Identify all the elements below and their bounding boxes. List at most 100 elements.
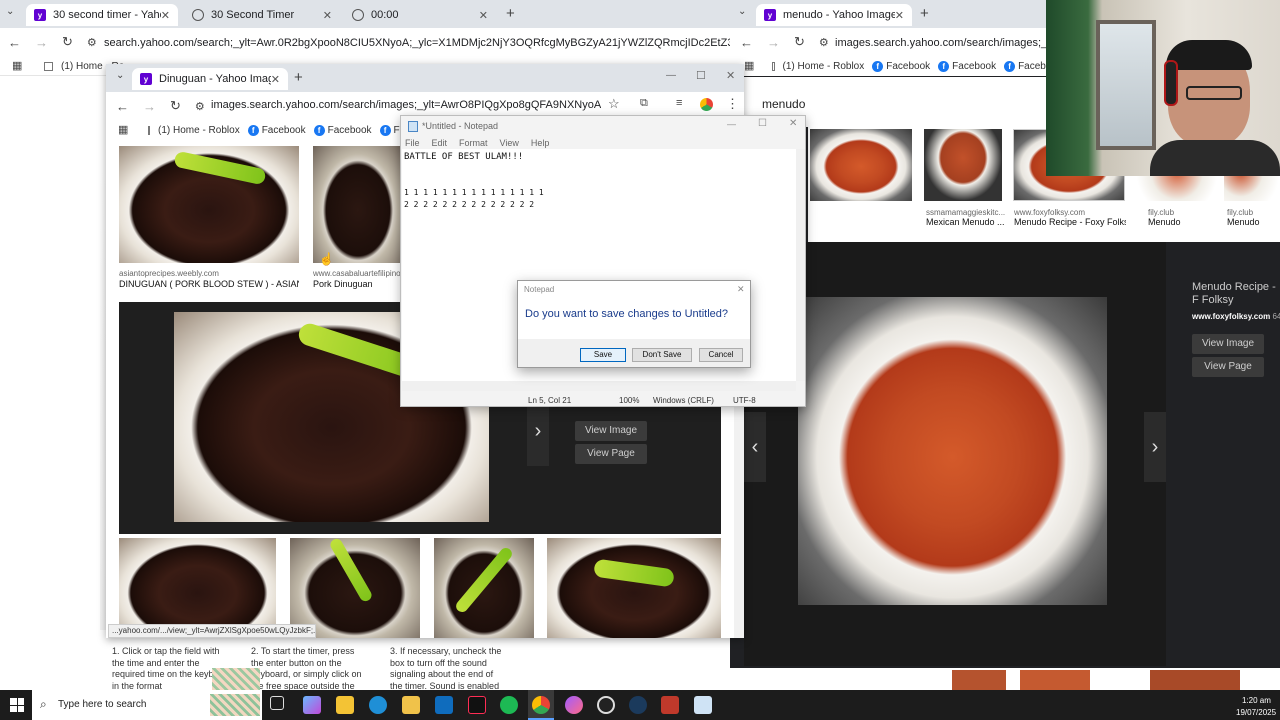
file-explorer-icon[interactable]	[402, 696, 420, 714]
forward-arrow-icon[interactable]: →	[767, 35, 780, 50]
tab-search-icon[interactable]: ⌄	[116, 70, 124, 81]
spotify-icon[interactable]	[500, 696, 518, 714]
close-icon[interactable]: ✕	[271, 73, 280, 86]
thumbnail-image[interactable]	[1150, 670, 1240, 690]
menu-file[interactable]: File	[405, 138, 420, 148]
view-page-button[interactable]: View Page	[575, 444, 647, 464]
tab-yahoo-timer[interactable]: y 30 second timer - Yahoo Search ✕	[26, 4, 178, 26]
tiktok-icon[interactable]	[468, 696, 486, 714]
profile-avatar[interactable]	[700, 98, 713, 111]
save-button[interactable]: Save	[580, 348, 626, 362]
new-tab-button[interactable]: +	[506, 5, 515, 22]
bookmark-facebook[interactable]: Facebook	[328, 125, 372, 136]
copilot-icon[interactable]	[303, 696, 321, 714]
bookmark-roblox[interactable]: (1) Home - Roblox	[158, 125, 240, 136]
site-info-icon[interactable]: ⚙	[819, 36, 829, 49]
store-icon[interactable]	[336, 696, 354, 714]
dialog-close-button[interactable]: ✕	[737, 284, 745, 295]
task-view-icon[interactable]	[270, 696, 284, 710]
reload-icon[interactable]: ↻	[794, 34, 805, 50]
menu-help[interactable]: Help	[531, 138, 550, 148]
thumbnail-image[interactable]	[547, 538, 721, 638]
menu-view[interactable]: View	[500, 138, 519, 148]
new-tab-button[interactable]: +	[294, 69, 303, 86]
minimize-button[interactable]: —	[666, 70, 676, 81]
maximize-button[interactable]: ☐	[696, 69, 706, 82]
taskbar-search-box[interactable]: ⌕ Type here to search	[32, 690, 262, 720]
site-info-icon[interactable]: ⚙	[87, 36, 97, 49]
horizontal-scrollbar[interactable]	[402, 381, 796, 391]
viewer-prev-button[interactable]: ‹	[744, 412, 766, 482]
reload-icon[interactable]: ↻	[170, 98, 181, 114]
obs-icon[interactable]	[597, 696, 615, 714]
bookmark-roblox[interactable]: (1) Home - Roblox	[783, 61, 865, 72]
edge-icon[interactable]	[369, 696, 387, 714]
menu-format[interactable]: Format	[459, 138, 488, 148]
dont-save-button[interactable]: Don't Save	[632, 348, 692, 362]
thumb-title[interactable]: Menudo	[1227, 217, 1260, 227]
image-title[interactable]: DINUGUAN ( PORK BLOOD STEW ) - ASIAN T..…	[119, 279, 299, 289]
close-icon[interactable]: ✕	[161, 9, 170, 22]
address-bar[interactable]: search.yahoo.com/search;_ylt=Awr.0R2bgXp…	[104, 37, 730, 49]
thumbnail-image[interactable]	[924, 129, 1002, 201]
detail-site-url[interactable]: www.foxyfolksy.com	[1192, 312, 1270, 321]
menudo-main-image[interactable]	[798, 297, 1107, 605]
reload-icon[interactable]: ↻	[62, 34, 73, 50]
view-image-button[interactable]: View Image	[1192, 334, 1264, 354]
tab-timer-value[interactable]: 00:00 ✕	[344, 4, 496, 26]
thumb-title[interactable]: Mexican Menudo ...	[926, 217, 1006, 227]
viewer-next-button[interactable]: ›	[1144, 412, 1166, 482]
close-window-button[interactable]: ✕	[789, 118, 797, 129]
back-arrow-icon[interactable]: ←	[8, 35, 21, 50]
back-arrow-icon[interactable]: ←	[116, 99, 129, 114]
view-page-button[interactable]: View Page	[1192, 357, 1264, 377]
menu-edit[interactable]: Edit	[432, 138, 448, 148]
start-windows-icon[interactable]	[10, 698, 24, 712]
apps-grid-icon[interactable]: ▦	[12, 59, 22, 72]
tab-menudo[interactable]: y menudo - Yahoo Image Search ✕	[756, 4, 912, 26]
app-red-icon[interactable]	[661, 696, 679, 714]
apps-grid-icon[interactable]: ▦	[744, 59, 754, 72]
back-arrow-icon[interactable]: ←	[740, 35, 753, 50]
chrome-icon[interactable]	[532, 696, 550, 714]
forward-arrow-icon[interactable]: →	[35, 35, 48, 50]
thumb-title[interactable]: Menudo Recipe - Foxy Folksy	[1014, 217, 1126, 227]
vertical-scrollbar[interactable]	[796, 149, 805, 381]
notepad-taskbar-icon[interactable]	[694, 696, 712, 714]
bookmark-facebook[interactable]: Facebook	[262, 125, 306, 136]
forward-arrow-icon[interactable]: →	[143, 99, 156, 114]
tab-30-second-timer[interactable]: 30 Second Timer ✕	[184, 4, 340, 26]
view-image-button[interactable]: View Image	[575, 421, 647, 441]
cancel-button[interactable]: Cancel	[699, 348, 743, 362]
maximize-button[interactable]: ☐	[758, 118, 767, 129]
site-info-icon[interactable]: ⚙	[195, 100, 205, 113]
address-bar[interactable]: images.search.yahoo.com/search/images;_y…	[211, 99, 601, 111]
image-title[interactable]: Pork Dinuguan	[313, 279, 403, 289]
tab-search-icon[interactable]: ⌄	[738, 6, 746, 17]
thumbnail-image[interactable]	[810, 129, 912, 201]
messenger-icon[interactable]	[565, 696, 583, 714]
new-tab-button[interactable]: +	[920, 5, 929, 22]
clock-time[interactable]: 1:20 am	[1242, 696, 1271, 705]
steam-icon[interactable]	[629, 696, 647, 714]
menu-kebab-icon[interactable]: ⋮	[726, 96, 739, 112]
close-window-button[interactable]: ✕	[726, 69, 735, 82]
close-icon[interactable]: ✕	[895, 9, 904, 22]
apps-grid-icon[interactable]: ▦	[118, 123, 128, 136]
close-icon[interactable]: ✕	[479, 9, 488, 22]
minimize-button[interactable]: —	[727, 119, 736, 129]
close-icon[interactable]: ✕	[323, 9, 332, 22]
clock-date[interactable]: 19/07/2025	[1236, 708, 1276, 717]
extensions-icon[interactable]: ⧉	[640, 97, 648, 110]
bookmark-facebook[interactable]: Facebook	[952, 61, 996, 72]
bookmark-star-icon[interactable]: ☆	[608, 96, 620, 112]
search-input[interactable]: menudo	[762, 97, 805, 111]
thumbnail-image[interactable]	[952, 670, 1006, 690]
dinuguan-thumb-2[interactable]	[313, 146, 403, 263]
bookmark-facebook[interactable]: Facebook	[886, 61, 930, 72]
thumbnail-image[interactable]	[119, 538, 276, 638]
thumbnail-image[interactable]	[1020, 670, 1090, 690]
tab-search-icon[interactable]: ⌄	[6, 6, 20, 22]
thumb-title[interactable]: Menudo	[1148, 217, 1181, 227]
tab-dinuguan[interactable]: y Dinuguan - Yahoo Image Search ✕	[132, 68, 288, 90]
